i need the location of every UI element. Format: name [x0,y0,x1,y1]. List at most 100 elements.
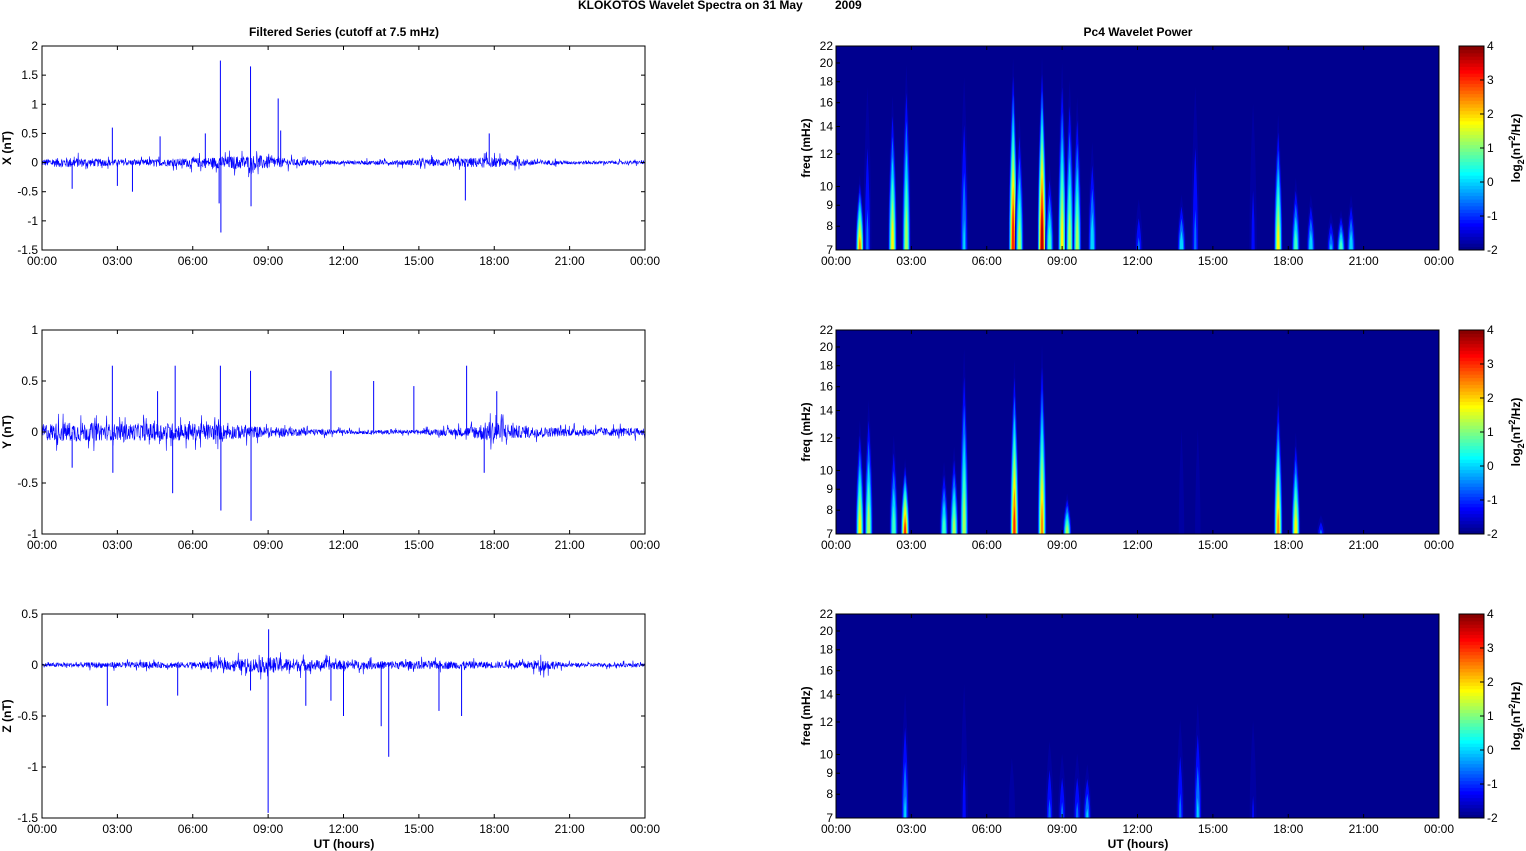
x-tick-label: 21:00 [555,822,585,836]
y-tick-label: 16 [820,664,834,678]
colorbar-tick-label: -2 [1487,243,1498,257]
colorbar-segment [1459,517,1484,521]
y-tick-label: 20 [820,340,834,354]
x-tick-label: 00:00 [1424,254,1454,268]
colorbar-segment [1459,233,1484,237]
x-tick-label: 18:00 [479,822,509,836]
figure-title: KLOKOTOS Wavelet Spectra on 31 May [578,0,803,12]
x-tick-label: 09:00 [253,254,283,268]
spectrogram-background [836,614,1439,818]
y-tick-label: 0.5 [21,126,38,140]
colorbar-segment [1459,668,1484,673]
y-tick-label: 22 [820,39,834,53]
colorbar-segment [1459,205,1484,210]
colorbar-segment [1459,46,1484,50]
x-tick-label: 09:00 [253,538,283,552]
colorbar-segment [1459,773,1484,778]
colorbar-label: log2(nT2/Hz) [1507,682,1526,751]
colorbar-segment [1459,729,1484,734]
colorbar-segment [1459,466,1484,470]
x-tick-label: 12:00 [1122,254,1152,268]
colorbar-segment [1459,756,1484,761]
colorbar-segment [1459,199,1484,203]
colorbar-segment [1459,709,1484,714]
right-xlabel: UT (hours) [1108,837,1169,851]
x-tick-label: 03:00 [896,822,926,836]
colorbar-segment [1459,343,1484,348]
colorbar-segment [1459,790,1484,795]
x-tick-label: 18:00 [1273,822,1303,836]
colorbar-segment [1459,648,1484,652]
colorbar-tick-label: 0 [1487,459,1494,473]
colorbar-segment [1459,787,1484,792]
colorbar-segment [1459,83,1484,88]
x-tick-label: 12:00 [1122,538,1152,552]
x-tick-label: 15:00 [1198,538,1228,552]
x-tick-label: 15:00 [1198,254,1228,268]
colorbar-segment [1459,374,1484,379]
x-tick-label: 21:00 [1349,538,1379,552]
colorbar-segment [1459,408,1484,413]
x-tick-label: 00:00 [821,538,851,552]
series-x-panel: -1.5-1-0.500.511.5200:00 03:00 06:00 09:00 1… [0,39,660,268]
colorbar-segment [1459,753,1484,758]
y-tick-label: 16 [820,96,834,110]
spectrogram-background [836,330,1439,534]
x-tick-label: 21:00 [555,254,585,268]
colorbar-segment [1459,80,1484,84]
x-tick-label: 09:00 [253,822,283,836]
colorbar-segment [1459,699,1484,703]
y-axis-label: freq (mHz) [799,118,813,177]
y-tick-label: -0.5 [17,185,38,199]
y-tick-label: 12 [820,715,834,729]
colorbar-segment [1459,506,1484,511]
colorbar-tick-label: -1 [1487,493,1498,507]
colorbar-segment [1459,760,1484,765]
colorbar-tick-label: 3 [1487,357,1494,371]
colorbar-segment [1459,158,1484,163]
colorbar-segment [1459,415,1484,419]
y-axis-label: Z (nT) [0,699,14,732]
spectrum-x-panel: 7891012141618202200:00 03:00 06:00 09:00 12:… [799,39,1526,268]
colorbar-segment [1459,739,1484,744]
colorbar-segment [1459,49,1484,54]
x-tick-label: 12:00 [328,822,358,836]
colorbar-segment [1459,733,1484,737]
colorbar-segment [1459,141,1484,146]
colorbar-segment [1459,52,1484,57]
colorbar-segment [1459,627,1484,632]
colorbar-segment [1459,750,1484,754]
y-tick-label: 8 [826,219,833,233]
colorbar-segment [1459,364,1484,368]
colorbar-segment [1459,124,1484,129]
right-column-title: Pc4 Wavelet Power [1084,25,1193,39]
colorbar-segment [1459,73,1484,78]
colorbar-segment [1459,188,1484,193]
y-tick-label: 1 [31,323,38,337]
colorbar-segment [1459,688,1484,693]
colorbar-segment [1459,168,1484,173]
colorbar-segment [1459,100,1484,105]
colorbar-segment [1459,350,1484,355]
colorbar-segment [1459,702,1484,707]
y-tick-label: 10 [820,747,834,761]
y-tick-label: 22 [820,323,834,337]
colorbar-segment [1459,452,1484,457]
colorbar-segment [1459,387,1484,392]
colorbar-segment [1459,401,1484,406]
left-xlabel: UT (hours) [314,837,375,851]
y-tick-label: 0.5 [21,374,38,388]
colorbar-segment [1459,127,1484,132]
y-tick-label: 14 [820,688,834,702]
spectrum-y-panel: 7891012141618202200:00 03:00 06:00 09:00 12:… [799,323,1526,552]
colorbar-segment [1459,120,1484,125]
colorbar-segment [1459,661,1484,666]
colorbar-segment [1459,438,1484,443]
colorbar-segment [1459,165,1484,169]
y-tick-label: 10 [820,179,834,193]
colorbar-segment [1459,175,1484,180]
colorbar-segment [1459,675,1484,680]
colorbar-segment [1459,86,1484,91]
colorbar-segment [1459,469,1484,474]
colorbar-segment [1459,784,1484,788]
